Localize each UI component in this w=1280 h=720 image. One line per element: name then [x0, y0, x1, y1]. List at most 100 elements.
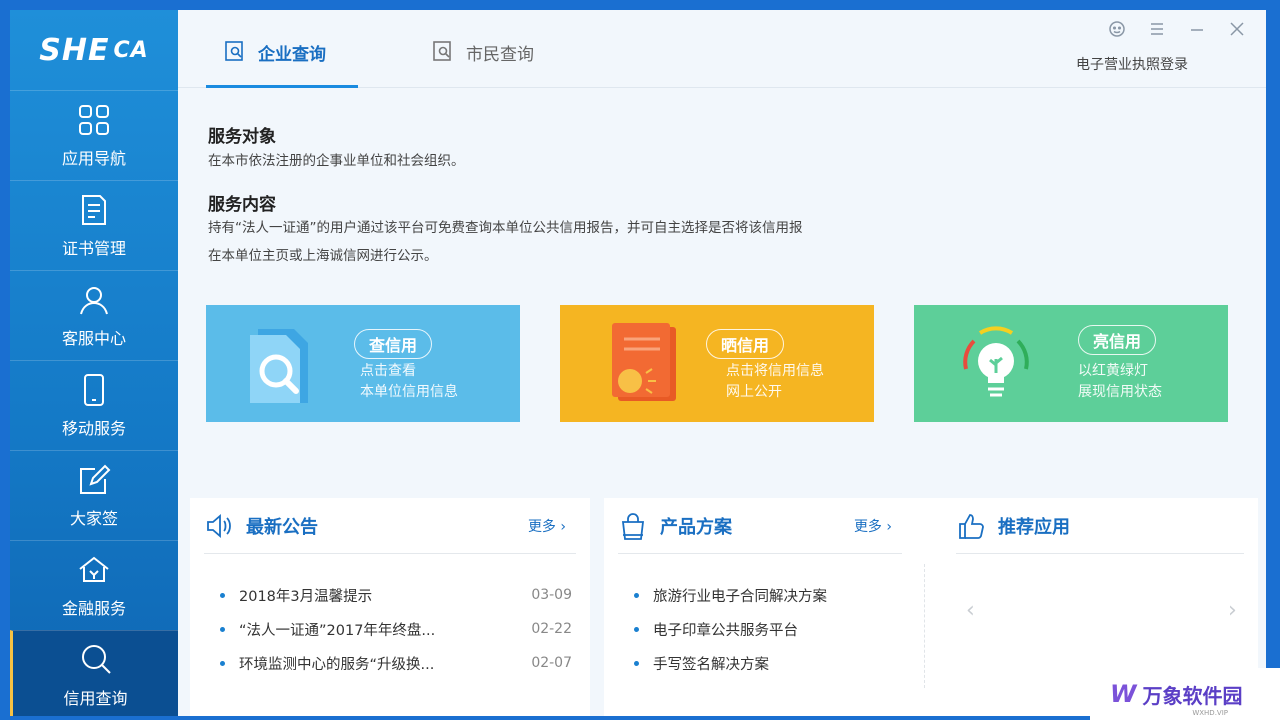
license-login-link[interactable]: 电子营业执照登录	[1076, 54, 1188, 74]
speaker-icon	[207, 513, 231, 538]
light-bulb-icon	[963, 326, 1029, 397]
list-item[interactable]: “法人一证通”2017年年终盘... 02-22	[220, 612, 572, 646]
panel-title: 产品方案	[660, 516, 732, 538]
panel-header: 产品方案 更多 ›	[618, 498, 902, 554]
close-icon[interactable]	[1228, 20, 1246, 38]
panel-header: 推荐应用	[956, 498, 1244, 554]
announcements-panel: 最新公告 更多 › 2018年3月温馨提示 03-09 “法人一证通”2017年年…	[190, 498, 590, 716]
card-check-credit[interactable]: 查信用 点击查看 本单位信用信息	[206, 305, 520, 422]
top-bar: 企业查询 市民查询 电子营业执照登录	[178, 10, 1266, 88]
sidebar-item-customer-service[interactable]: 客服中心	[10, 270, 178, 360]
item-date: 02-22	[531, 621, 572, 637]
service-content-text-1: 持有“法人一证通”的用户通过该平台可免费查询本单位公共信用报告，并可自主选择是否…	[208, 220, 803, 236]
grid-icon	[79, 104, 109, 135]
sidebar-item-finance[interactable]: 金融服务	[10, 540, 178, 630]
item-text: 手写签名解决方案	[653, 656, 769, 673]
item-date: 03-09	[531, 587, 572, 603]
card-title: 晒信用	[706, 329, 785, 359]
card-desc-line: 本单位信用信息	[360, 384, 458, 400]
sidebar-item-label: 金融服务	[61, 598, 126, 618]
card-desc-line: 展现信用状态	[1078, 384, 1162, 400]
bullet	[634, 592, 639, 598]
bullet	[220, 660, 225, 666]
item-text: 环境监测中心的服务“升级换...	[239, 656, 435, 673]
service-content-title: 服务内容	[208, 195, 276, 215]
sidebar-item-label: 应用导航	[61, 148, 126, 168]
main-panel: 企业查询 市民查询 电子营业执照登录 服务对象 在本市依法注册的企事业单位和社会…	[178, 10, 1266, 716]
search-icon	[81, 644, 111, 674]
window-controls	[1108, 20, 1246, 38]
sidebar-item-mobile[interactable]: 移动服务	[10, 360, 178, 450]
bullet	[634, 660, 639, 666]
more-link[interactable]: 更多 ›	[854, 516, 892, 536]
divider	[924, 564, 925, 688]
item-text: 2018年3月温馨提示	[239, 588, 373, 605]
tab-label: 企业查询	[258, 45, 326, 65]
tab-citizen-query[interactable]: 市民查询	[432, 40, 582, 88]
bank-icon	[79, 556, 109, 582]
sidebar-item-label: 客服中心	[61, 328, 126, 348]
watermark-sub: WXHD.VIP	[1192, 709, 1228, 717]
bullet	[220, 626, 225, 632]
tab-enterprise-query[interactable]: 企业查询	[206, 40, 358, 88]
card-desc: 以红黄绿灯 展现信用状态	[1078, 361, 1162, 403]
card-desc-line: 网上公开	[726, 384, 782, 400]
list-item[interactable]: 电子印章公共服务平台	[634, 612, 902, 646]
card-desc-line: 点击查看	[360, 363, 416, 379]
sidebar-item-sign[interactable]: 大家签	[10, 450, 178, 540]
item-text: “法人一证通”2017年年终盘...	[239, 622, 436, 639]
card-share-credit[interactable]: 晒信用 点击将信用信息 网上公开	[560, 305, 874, 422]
card-title: 亮信用	[1078, 325, 1157, 355]
watermark: W 万象软件园 WXHD.VIP	[1090, 668, 1280, 720]
app-window: SHE CA 应用导航 证书管理 客服中心 移动服务 大家签 金融服务 信用查询…	[10, 10, 1266, 716]
more-link[interactable]: 更多 ›	[528, 516, 566, 536]
logo-sub: CA	[113, 37, 149, 63]
item-text: 旅游行业电子合同解决方案	[653, 588, 827, 605]
panel-title: 最新公告	[246, 516, 318, 538]
announcements-list: 2018年3月温馨提示 03-09 “法人一证通”2017年年终盘... 02-22…	[220, 578, 572, 680]
solutions-list: 旅游行业电子合同解决方案 电子印章公共服务平台 手写签名解决方案	[634, 578, 902, 680]
service-target-title: 服务对象	[208, 127, 276, 147]
service-target-text: 在本市依法注册的企事业单位和社会组织。	[208, 153, 465, 169]
logo-main: SHE	[39, 32, 110, 68]
card-show-credit[interactable]: 亮信用 以红黄绿灯 展现信用状态	[914, 305, 1228, 422]
card-desc-line: 以红黄绿灯	[1078, 363, 1148, 379]
bullet	[634, 626, 639, 632]
card-desc: 点击将信用信息 网上公开	[726, 361, 824, 403]
panel-title: 推荐应用	[998, 516, 1070, 538]
bullet	[220, 592, 225, 598]
app-logo: SHE CA	[10, 10, 178, 90]
list-item[interactable]: 手写签名解决方案	[634, 646, 902, 680]
document-search-icon	[433, 41, 451, 61]
list-item[interactable]: 环境监测中心的服务“升级换... 02-07	[220, 646, 572, 680]
document-search-icon	[225, 41, 243, 61]
card-title: 查信用	[354, 329, 433, 359]
panel-header: 最新公告 更多 ›	[204, 498, 576, 554]
sidebar-item-credit-query[interactable]: 信用查询	[10, 630, 178, 716]
service-content-text-2: 在本单位主页或上海诚信网进行公示。	[208, 248, 438, 264]
sidebar-item-label: 移动服务	[61, 418, 126, 438]
thumbs-up-icon	[959, 513, 984, 539]
notebook-icon	[612, 323, 676, 401]
edit-icon	[80, 464, 111, 494]
watermark-text: 万象软件园	[1142, 683, 1243, 708]
menu-icon[interactable]	[1148, 20, 1166, 38]
carousel-prev-icon[interactable]: ‹	[966, 598, 975, 623]
sidebar-item-label: 证书管理	[61, 238, 126, 258]
sidebar: SHE CA 应用导航 证书管理 客服中心 移动服务 大家签 金融服务 信用查询	[10, 10, 178, 716]
carousel-next-icon[interactable]: ›	[1228, 598, 1237, 623]
feedback-icon[interactable]	[1108, 20, 1126, 38]
sidebar-item-app-nav[interactable]: 应用导航	[10, 90, 178, 180]
shopping-bag-icon	[621, 512, 645, 540]
certificate-icon	[82, 194, 106, 225]
sidebar-item-label: 信用查询	[63, 688, 128, 708]
list-item[interactable]: 2018年3月温馨提示 03-09	[220, 578, 572, 612]
item-text: 电子印章公共服务平台	[653, 622, 798, 639]
minimize-icon[interactable]	[1188, 20, 1206, 38]
item-date: 02-07	[531, 655, 572, 671]
user-icon	[80, 286, 108, 314]
list-item[interactable]: 旅游行业电子合同解决方案	[634, 578, 902, 612]
phone-icon	[84, 373, 104, 406]
sidebar-item-certificates[interactable]: 证书管理	[10, 180, 178, 270]
watermark-logo: W	[1110, 680, 1137, 708]
